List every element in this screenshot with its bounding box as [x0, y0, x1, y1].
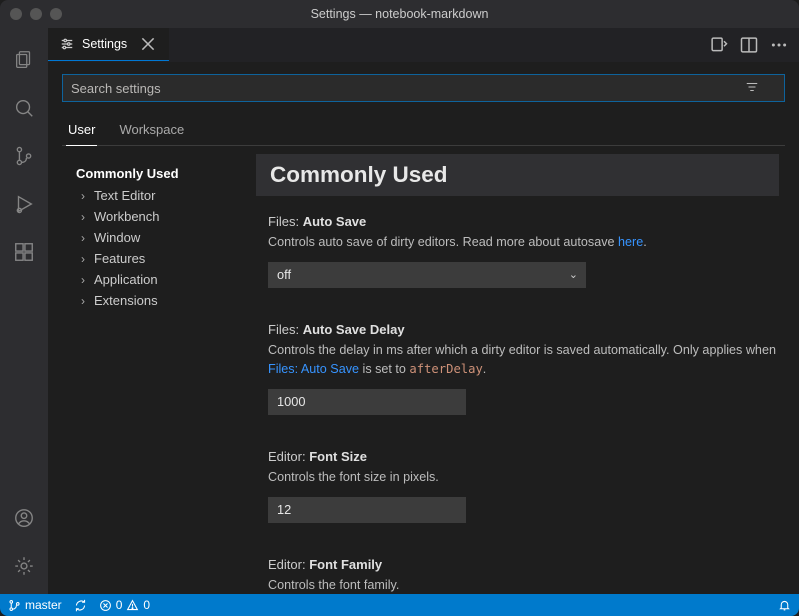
setting-desc: Controls auto save of dirty editors. Rea…	[268, 233, 779, 252]
close-icon[interactable]	[139, 35, 157, 53]
branch-name: master	[25, 598, 62, 612]
settings-toc: Commonly Used › Text Editor › Workbench › W…	[62, 154, 250, 594]
warning-icon	[126, 599, 139, 612]
auto-save-select[interactable]: off	[268, 262, 586, 288]
tab-bar: Settings	[48, 28, 799, 62]
window-title: Settings — notebook-markdown	[0, 7, 799, 21]
setting-desc: Controls the delay in ms after which a d…	[268, 341, 779, 379]
setting-scope: Files:	[268, 214, 299, 229]
toc-item-label: Extensions	[94, 293, 158, 308]
setting-font-family: Editor: Font Family Controls the font fa…	[268, 557, 779, 594]
toc-item-label: Workbench	[94, 209, 160, 224]
settings-gear-icon[interactable]	[0, 544, 48, 588]
chevron-right-icon: ›	[76, 210, 90, 224]
toc-item-window[interactable]: › Window	[76, 227, 246, 248]
tab-label: Settings	[82, 37, 127, 51]
slider-icon	[60, 37, 74, 51]
zoom-window-icon[interactable]	[50, 8, 62, 20]
setting-scope: Editor:	[268, 449, 306, 464]
settings-editor: User Workspace Commonly Used › Text Edito…	[48, 62, 799, 594]
sync-icon	[74, 599, 87, 612]
extensions-icon[interactable]	[0, 230, 48, 274]
setting-name: Auto Save Delay	[303, 322, 405, 337]
toc-heading[interactable]: Commonly Used	[76, 162, 246, 185]
setting-auto-save-delay: Files: Auto Save Delay Controls the dela…	[268, 322, 779, 415]
warning-count: 0	[143, 598, 150, 612]
literal-value: afterDelay	[409, 362, 482, 376]
toc-item-application[interactable]: › Application	[76, 269, 246, 290]
auto-save-delay-input[interactable]	[268, 389, 466, 415]
activity-bar	[0, 28, 48, 594]
close-window-icon[interactable]	[10, 8, 22, 20]
error-count: 0	[116, 598, 123, 612]
toc-item-label: Features	[94, 251, 145, 266]
minimize-window-icon[interactable]	[30, 8, 42, 20]
setting-scope: Editor:	[268, 557, 306, 572]
setting-desc: Controls the font size in pixels.	[268, 468, 779, 487]
toc-item-features[interactable]: › Features	[76, 248, 246, 269]
search-icon[interactable]	[0, 86, 48, 130]
auto-save-cross-link[interactable]: Files: Auto Save	[268, 362, 359, 376]
toc-item-text-editor[interactable]: › Text Editor	[76, 185, 246, 206]
git-branch-icon	[8, 599, 21, 612]
setting-name: Auto Save	[303, 214, 367, 229]
explorer-icon[interactable]	[0, 38, 48, 82]
chevron-right-icon: ›	[76, 231, 90, 245]
settings-list: Commonly Used Files: Auto Save Controls …	[250, 154, 785, 594]
toc-item-workbench[interactable]: › Workbench	[76, 206, 246, 227]
scope-tab-user[interactable]: User	[66, 116, 97, 146]
group-title: Commonly Used	[256, 154, 779, 196]
source-control-icon[interactable]	[0, 134, 48, 178]
sync-item[interactable]	[74, 599, 87, 612]
chevron-right-icon: ›	[76, 252, 90, 266]
setting-scope: Files:	[268, 322, 299, 337]
filter-icon[interactable]	[745, 80, 759, 97]
more-actions-icon[interactable]	[769, 35, 789, 55]
bell-icon	[778, 599, 791, 612]
scope-tab-workspace[interactable]: Workspace	[117, 116, 186, 145]
feedback-item[interactable]	[778, 599, 791, 612]
toc-item-label: Text Editor	[94, 188, 155, 203]
toc-item-extensions[interactable]: › Extensions	[76, 290, 246, 311]
split-editor-icon[interactable]	[739, 35, 759, 55]
error-icon	[99, 599, 112, 612]
titlebar: Settings — notebook-markdown	[0, 0, 799, 28]
autosave-link[interactable]: here	[618, 235, 643, 249]
accounts-icon[interactable]	[0, 496, 48, 540]
open-settings-json-icon[interactable]	[709, 35, 729, 55]
problems-item[interactable]: 0 0	[99, 598, 150, 612]
chevron-right-icon: ›	[76, 273, 90, 287]
status-bar: master 0 0	[0, 594, 799, 616]
scope-tabs: User Workspace	[62, 116, 785, 146]
run-debug-icon[interactable]	[0, 182, 48, 226]
toc-item-label: Window	[94, 230, 140, 245]
setting-desc: Controls the font family.	[268, 576, 779, 594]
tab-settings[interactable]: Settings	[48, 28, 169, 61]
toc-item-label: Application	[94, 272, 158, 287]
setting-name: Font Size	[309, 449, 367, 464]
chevron-right-icon: ›	[76, 294, 90, 308]
window-controls	[10, 8, 62, 20]
chevron-right-icon: ›	[76, 189, 90, 203]
setting-auto-save: Files: Auto Save Controls auto save of d…	[268, 214, 779, 288]
setting-name: Font Family	[309, 557, 382, 572]
setting-font-size: Editor: Font Size Controls the font size…	[268, 449, 779, 523]
font-size-input[interactable]	[268, 497, 466, 523]
search-input[interactable]	[62, 74, 785, 102]
git-branch-item[interactable]: master	[8, 598, 62, 612]
